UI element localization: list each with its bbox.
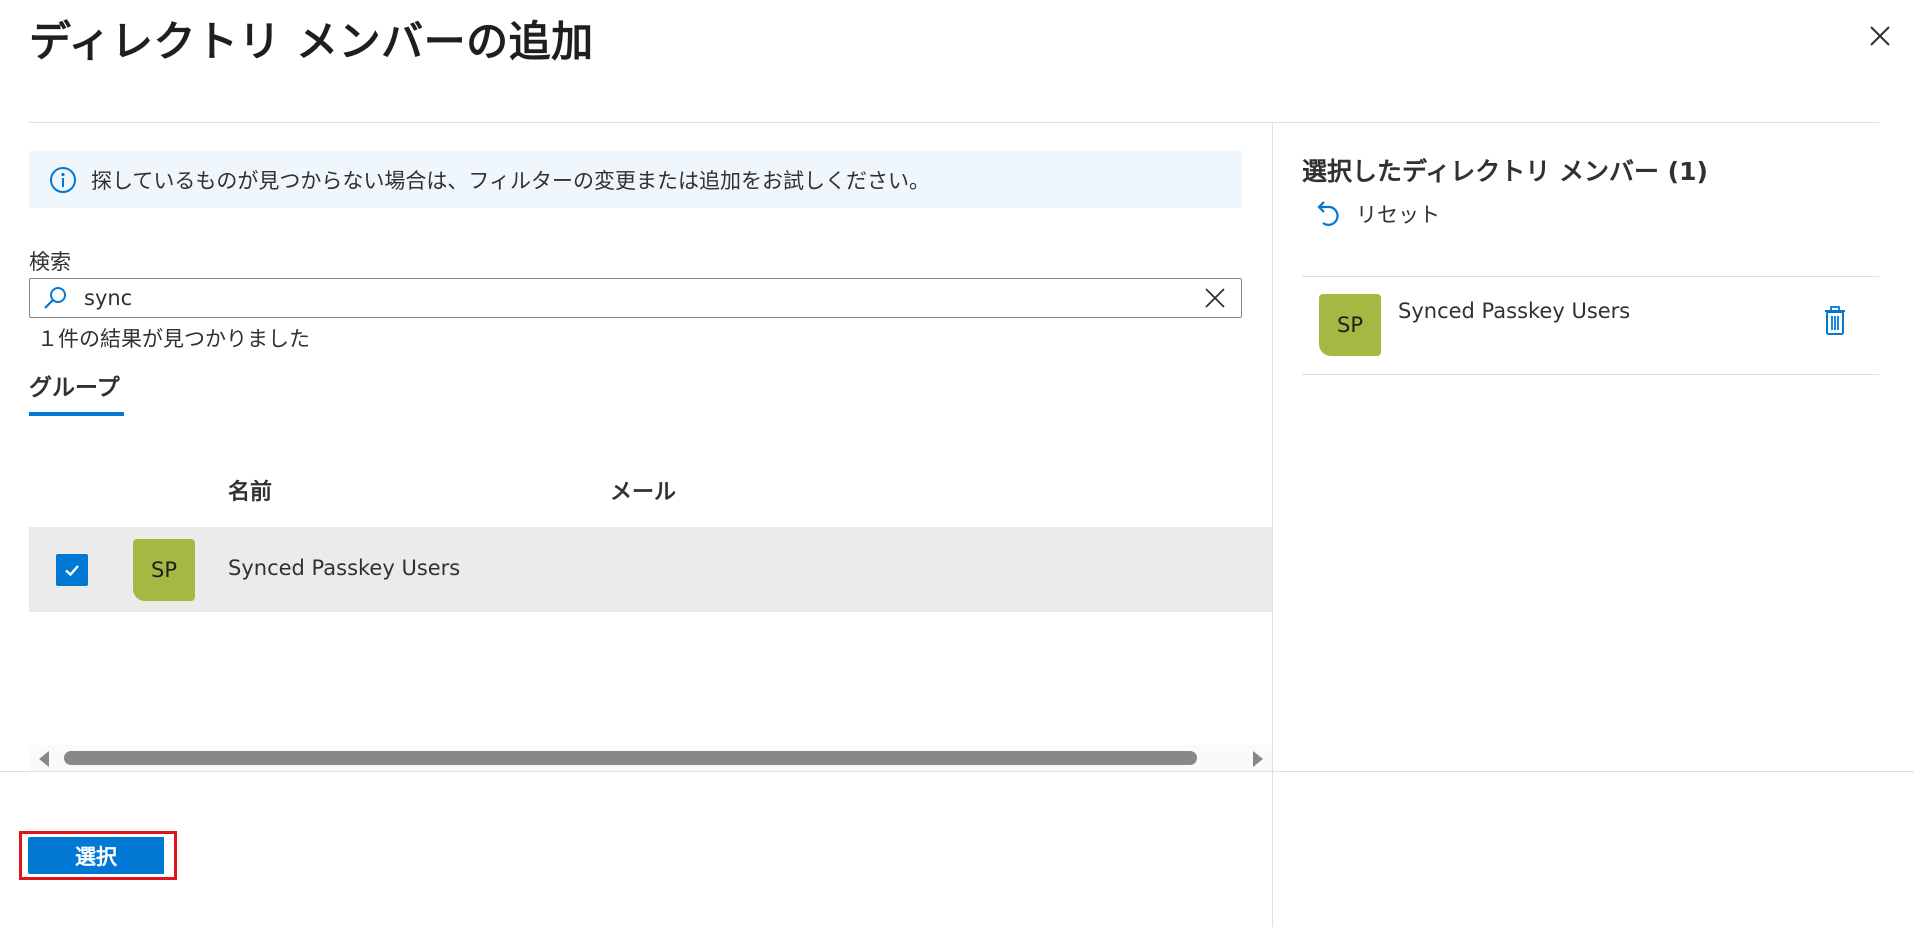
header-divider <box>29 122 1879 123</box>
reset-button[interactable]: リセット <box>1314 197 1440 231</box>
info-icon <box>49 166 77 194</box>
search-label: 検索 <box>29 250 71 274</box>
column-header-mail[interactable]: メール <box>610 474 676 506</box>
trash-icon <box>1825 306 1845 335</box>
footer-divider <box>0 771 1914 772</box>
dialog-title: ディレクトリ メンバーの追加 <box>29 17 594 66</box>
panel-divider <box>1272 122 1273 927</box>
horizontal-scrollbar[interactable] <box>29 745 1272 771</box>
checkmark-icon <box>65 565 79 577</box>
info-message: 探しているものが見つからない場合は、フィルターの変更または追加をお試しください。 <box>91 168 930 193</box>
search-input[interactable] <box>84 281 1195 315</box>
row-name: Synced Passkey Users <box>228 556 461 580</box>
select-button-highlight: 選択 <box>19 831 177 880</box>
select-button[interactable]: 選択 <box>28 837 168 874</box>
scroll-left-arrow-icon[interactable] <box>37 751 51 771</box>
clear-icon <box>1205 288 1225 308</box>
scroll-right-arrow-icon[interactable] <box>1251 751 1265 771</box>
active-tab-indicator <box>29 412 124 416</box>
remove-member-button[interactable] <box>1819 303 1851 339</box>
info-banner: 探しているものが見つからない場合は、フィルターの変更または追加をお試しください。 <box>29 151 1242 208</box>
undo-icon <box>1317 201 1339 226</box>
close-button[interactable] <box>1862 18 1898 54</box>
selected-member-name: Synced Passkey Users <box>1398 299 1631 323</box>
table-row[interactable] <box>29 527 1272 612</box>
selected-list-bottom-divider <box>1302 374 1879 375</box>
column-header-name[interactable]: 名前 <box>228 474 272 506</box>
avatar: SP <box>133 539 195 601</box>
selected-avatar: SP <box>1319 294 1381 356</box>
search-box <box>29 278 1242 318</box>
selected-members-title: 選択したディレクトリ メンバー (1) <box>1302 157 1708 186</box>
search-icon <box>42 285 68 311</box>
tab-groups[interactable]: グループ <box>29 368 120 402</box>
reset-label: リセット <box>1356 203 1440 227</box>
scrollbar-thumb[interactable] <box>64 751 1197 765</box>
close-icon <box>1870 26 1890 46</box>
result-count: １件の結果が見つかりました <box>37 327 310 351</box>
clear-search-button[interactable] <box>1195 279 1235 317</box>
row-checkbox[interactable] <box>56 554 88 586</box>
selected-list-top-divider <box>1302 276 1879 277</box>
